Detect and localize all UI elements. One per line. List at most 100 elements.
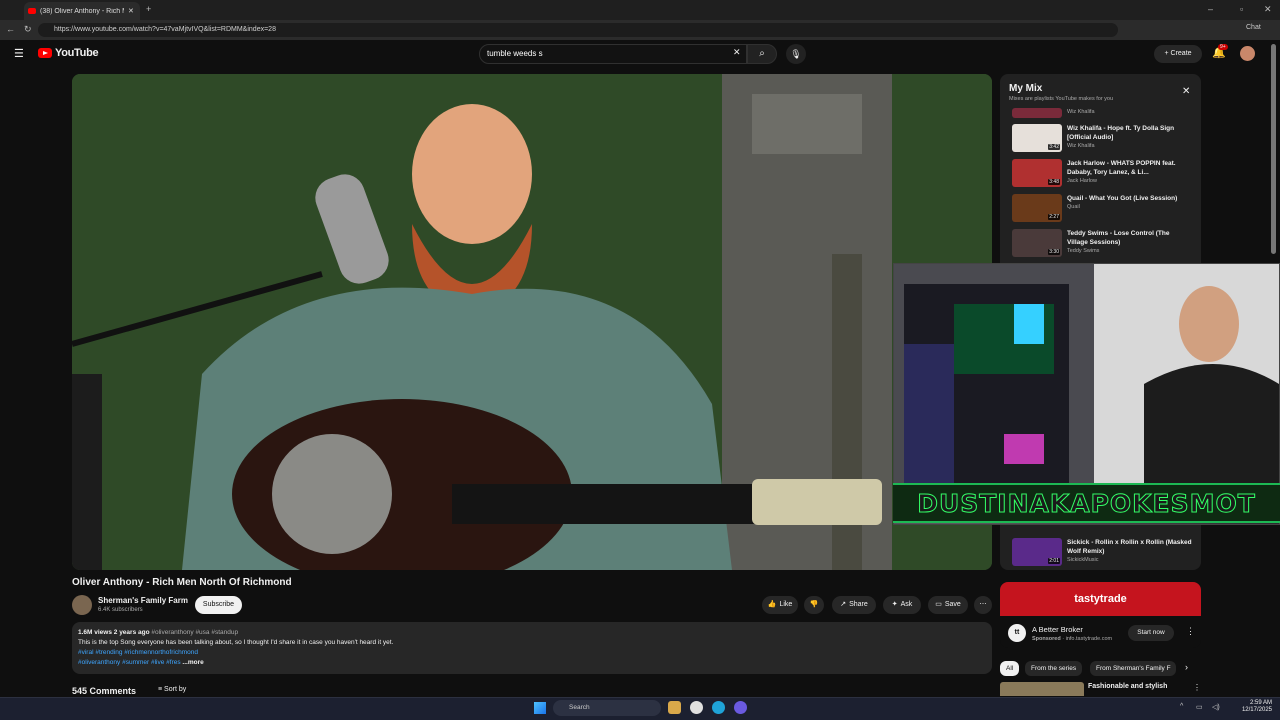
ad-brand: tastytrade xyxy=(1074,593,1127,605)
ask-label: Ask xyxy=(900,601,913,608)
sort-icon: ≡ xyxy=(158,686,163,693)
network-icon[interactable]: ▭ xyxy=(1196,703,1203,711)
thumbs-down-icon: 👎 xyxy=(809,601,819,608)
youtube-favicon-icon xyxy=(28,8,36,14)
file-explorer-icon[interactable] xyxy=(668,701,681,714)
playlist-item[interactable]: 3:48 Jack Harlow - WHATS POPPIN feat. Da… xyxy=(1012,159,1192,193)
chevron-right-icon[interactable]: › xyxy=(1185,662,1188,672)
video-player[interactable] xyxy=(72,74,992,570)
playlist-item-channel: Wiz Khalifa xyxy=(1067,143,1095,149)
show-more-link[interactable]: ...more xyxy=(182,659,203,666)
close-tab-icon[interactable]: ✕ xyxy=(128,7,134,15)
volume-icon[interactable]: ◁) xyxy=(1212,703,1220,711)
playlist-item[interactable]: 3:30 Teddy Swims - Lose Control (The Vil… xyxy=(1012,229,1192,263)
recommended-title[interactable]: Fashionable and stylish xyxy=(1088,683,1167,690)
ad-sponsor-line: Sponsored · info.tastytrade.com xyxy=(1032,636,1113,642)
ad-title: A Better Broker xyxy=(1032,625,1083,634)
video-description[interactable]: 1.6M views 2 years ago #oliveranthony #u… xyxy=(72,622,992,674)
duration-badge: 2:01 xyxy=(1048,558,1060,564)
playlist-thumbnail: 2:01 xyxy=(1012,538,1062,566)
chip-from-series[interactable]: From the series xyxy=(1025,661,1083,676)
ad-domain: info.tastytrade.com xyxy=(1065,636,1113,642)
search-input[interactable]: tumble weeds s xyxy=(479,44,747,64)
logo-text: YouTube xyxy=(55,47,99,59)
discord-icon[interactable] xyxy=(734,701,747,714)
windows-start-icon[interactable] xyxy=(534,702,546,714)
video-title: Oliver Anthony - Rich Men North Of Richm… xyxy=(72,577,292,588)
subscribe-button[interactable]: Subscribe xyxy=(195,596,242,614)
browser-tab[interactable]: (38) Oliver Anthony - Rich Me ✕ xyxy=(24,2,140,20)
ask-button[interactable]: ✦ Ask xyxy=(883,596,921,614)
playlist-subtitle: Mixes are playlists YouTube makes for yo… xyxy=(1009,96,1114,102)
create-button[interactable]: + Create xyxy=(1154,45,1202,63)
playlist-item[interactable]: Wiz Khalifa xyxy=(1012,108,1192,122)
sponsored-ad[interactable]: tastytrade tt A Better Broker Sponsored … xyxy=(1000,582,1201,648)
channel-name[interactable]: Sherman's Family Farm xyxy=(98,596,188,605)
comments-count: 545 Comments xyxy=(72,686,137,696)
save-button[interactable]: ▭ Save xyxy=(928,596,968,614)
chat-button[interactable]: Chat xyxy=(1246,24,1261,31)
streamer-name-banner: DUSTINAKAPOKESMOT xyxy=(893,483,1280,523)
playlist-item-channel: Wiz Khalifa xyxy=(1067,109,1095,115)
playlist-item-title: Sickick - Rollin x Rollin x Rollin (Mask… xyxy=(1067,539,1192,555)
url-input[interactable]: https://www.youtube.com/watch?v=47vaMjtv… xyxy=(38,23,1118,37)
sort-by-button[interactable]: ≡ Sort by xyxy=(158,686,186,693)
page-scrollbar[interactable] xyxy=(1271,44,1276,254)
sponsored-label: Sponsored xyxy=(1032,636,1061,642)
playlist-item-title: Teddy Swims - Lose Control (The Village … xyxy=(1067,230,1170,246)
recommended-menu-icon[interactable]: ⋮ xyxy=(1193,683,1201,692)
more-icon: ⋯ xyxy=(979,601,987,608)
back-icon[interactable]: ← xyxy=(6,24,15,34)
maximize-icon[interactable]: ▫ xyxy=(1240,4,1243,14)
search-button[interactable]: ⌕ xyxy=(747,44,777,64)
more-actions-button[interactable]: ⋯ xyxy=(974,596,992,614)
description-tags: #oliveranthony #usa #standup xyxy=(151,629,239,636)
avatar[interactable] xyxy=(1240,46,1255,61)
bookmark-icon: ▭ xyxy=(935,601,942,608)
mic-icon: 🎙 xyxy=(790,49,802,59)
clock-date: 12/17/2025 xyxy=(1241,707,1272,713)
chip-from-channel[interactable]: From Sherman's Family F xyxy=(1090,661,1176,676)
taskbar-search[interactable]: Search xyxy=(553,700,661,716)
share-button[interactable]: ↗ Share xyxy=(832,596,876,614)
minimize-icon[interactable]: – xyxy=(1208,4,1213,14)
clock-time: 2:59 AM xyxy=(1249,700,1272,706)
playlist-item-channel: Teddy Swims xyxy=(1067,248,1100,254)
notification-badge: 9+ xyxy=(1218,44,1228,50)
recommended-thumbnail[interactable] xyxy=(1000,682,1084,696)
ad-banner: tastytrade xyxy=(1000,582,1201,616)
playlist-item[interactable]: 2:27 Quail - What You Got (Live Session)… xyxy=(1012,194,1192,228)
description-hashtags[interactable]: #oliveranthony #summer #live #fres xyxy=(78,659,181,666)
playlist-thumbnail: 3:30 xyxy=(1012,229,1062,257)
playlist-item[interactable]: 2:01 Sickick - Rollin x Rollin x Rollin … xyxy=(1012,538,1192,570)
new-tab-icon[interactable]: + xyxy=(146,4,151,14)
taskbar-clock[interactable]: 2:59 AM 12/17/2025 xyxy=(1236,700,1272,714)
dislike-button[interactable]: 👎 xyxy=(804,596,824,614)
playlist-item[interactable]: 3:42 Wiz Khalifa - Hope ft. Ty Dolla Sig… xyxy=(1012,124,1192,158)
clear-search-icon[interactable]: ✕ xyxy=(733,47,741,58)
search-icon: ⌕ xyxy=(759,48,765,59)
voice-search-button[interactable]: 🎙 xyxy=(786,44,806,64)
obs-icon[interactable] xyxy=(690,701,703,714)
subscriber-count: 6.4K subscribers xyxy=(98,607,143,613)
tray-chevron-icon[interactable]: ^ xyxy=(1180,703,1183,710)
reload-icon[interactable]: ↻ xyxy=(24,24,32,35)
ad-cta-button[interactable]: Start now xyxy=(1128,625,1174,641)
webcam-image xyxy=(894,264,1279,484)
chip-all[interactable]: All xyxy=(1000,661,1020,676)
playlist-item-channel: Jack Harlow xyxy=(1067,178,1097,184)
channel-avatar[interactable] xyxy=(72,595,92,615)
duration-badge: 3:30 xyxy=(1048,249,1060,255)
close-window-icon[interactable]: ✕ xyxy=(1264,4,1272,15)
description-hashtags[interactable]: #viral #trending #richmennorthofrichmond xyxy=(78,648,986,658)
playlist-item-channel: SickickMusic xyxy=(1067,557,1099,563)
edge-browser-icon[interactable] xyxy=(712,701,725,714)
youtube-logo[interactable]: YouTube xyxy=(38,47,99,59)
like-label: Like xyxy=(779,601,793,608)
playlist-item-channel: Quail xyxy=(1067,204,1080,210)
menu-icon[interactable]: ☰ xyxy=(14,47,24,60)
like-button[interactable]: 👍 Like xyxy=(762,596,798,614)
close-playlist-icon[interactable]: ✕ xyxy=(1182,86,1190,97)
ad-menu-icon[interactable]: ⋮ xyxy=(1186,626,1195,637)
playlist-thumbnail: 3:42 xyxy=(1012,124,1062,152)
